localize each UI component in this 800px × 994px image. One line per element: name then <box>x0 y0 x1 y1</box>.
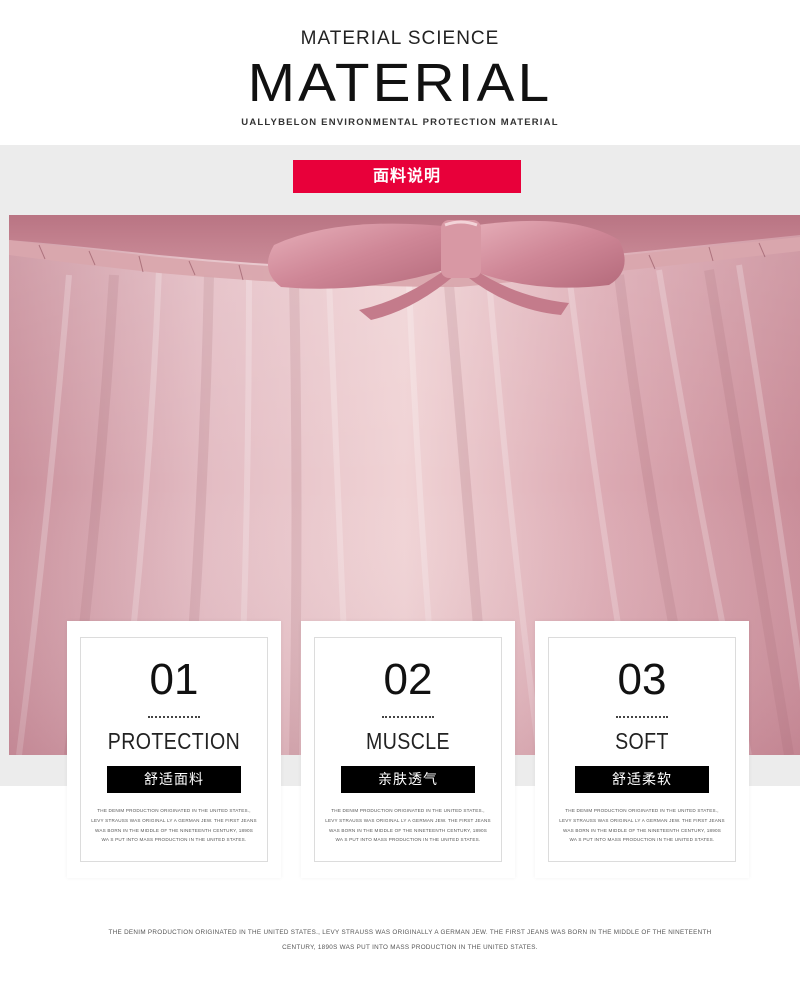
card-number: 02 <box>383 655 433 704</box>
card-label: 亲肤透气 <box>341 766 475 793</box>
header-small-title: MATERIAL SCIENCE <box>300 28 500 49</box>
feature-card-3: 03 SOFT 舒适柔软 THE DENIM PRODUCTION ORIGIN… <box>535 621 749 878</box>
card-description: THE DENIM PRODUCTION ORIGINATED IN THE U… <box>559 808 725 843</box>
card-description: THE DENIM PRODUCTION ORIGINATED IN THE U… <box>91 808 257 843</box>
dotted-divider <box>382 716 434 718</box>
page-header: MATERIAL SCIENCE MATERIAL UALLYBELON ENV… <box>0 0 800 145</box>
card-description: THE DENIM PRODUCTION ORIGINATED IN THE U… <box>325 808 491 843</box>
card-number: 03 <box>617 655 667 704</box>
header-subtitle: UALLYBELON ENVIRONMENTAL PROTECTION MATE… <box>241 117 559 128</box>
card-number: 01 <box>149 655 199 704</box>
feature-card-2: 02 MUSCLE 亲肤透气 THE DENIM PRODUCTION ORIG… <box>301 621 515 878</box>
feature-card-1: 01 PROTECTION 舒适面料 THE DENIM PRODUCTION … <box>67 621 281 878</box>
dotted-divider <box>148 716 200 718</box>
section-label: 面料说明 <box>293 160 521 193</box>
card-title: SOFT <box>615 728 669 754</box>
card-label: 舒适面料 <box>107 766 241 793</box>
card-title: PROTECTION <box>107 728 241 754</box>
footer-text: THE DENIM PRODUCTION ORIGINATED IN THE U… <box>108 929 712 951</box>
card-label: 舒适柔软 <box>575 766 709 793</box>
header-big-title: MATERIAL <box>247 53 553 113</box>
card-title: MUSCLE <box>365 728 451 754</box>
dotted-divider <box>616 716 668 718</box>
